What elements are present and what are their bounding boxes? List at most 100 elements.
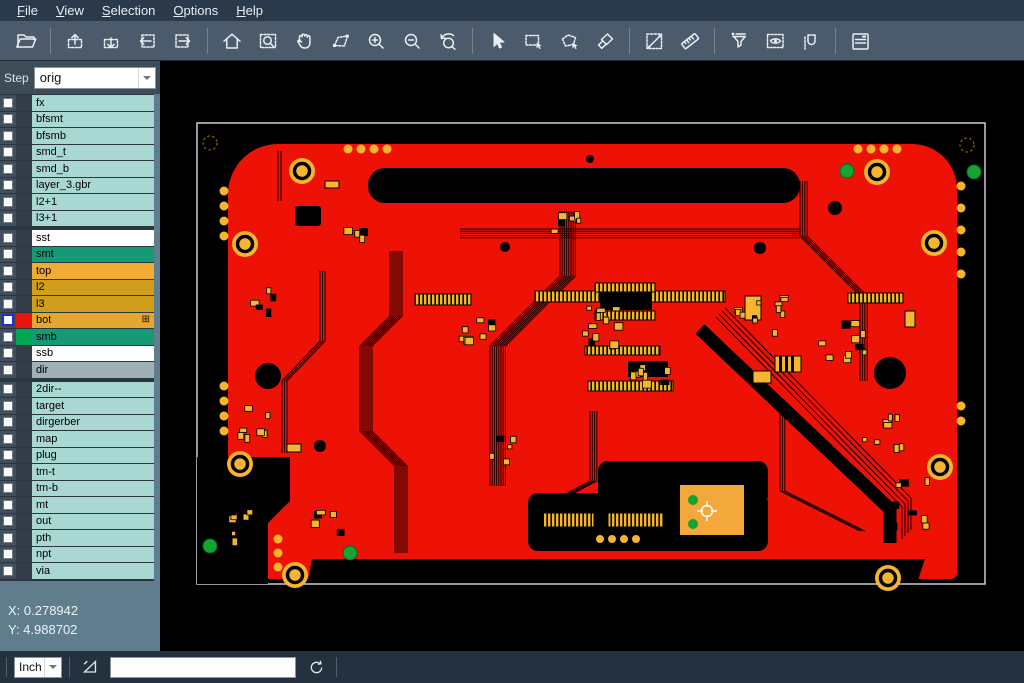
layer-checkbox[interactable] bbox=[3, 500, 13, 510]
layer-color-swatch[interactable] bbox=[16, 362, 32, 378]
layer-color-swatch[interactable] bbox=[16, 530, 32, 546]
layer-checkbox[interactable] bbox=[3, 549, 13, 559]
layer-label[interactable]: ssb bbox=[32, 346, 154, 362]
layer-row-npt[interactable]: npt bbox=[0, 547, 154, 563]
layer-color-swatch[interactable] bbox=[16, 382, 32, 398]
layer-label[interactable]: l3+1 bbox=[32, 211, 154, 227]
layer-row-smt[interactable]: smt bbox=[0, 247, 154, 263]
toolbar-zoom-previous-button[interactable] bbox=[430, 25, 466, 57]
toolbar-select-polygon-button[interactable] bbox=[551, 25, 587, 57]
layer-label[interactable]: out bbox=[32, 514, 154, 530]
layer-label[interactable]: mt bbox=[32, 497, 154, 513]
layer-label[interactable]: via bbox=[32, 563, 154, 579]
layer-row-dir[interactable]: dir bbox=[0, 362, 154, 378]
layer-checkbox[interactable] bbox=[3, 197, 13, 207]
layer-checkbox[interactable] bbox=[3, 533, 13, 543]
layer-checkbox[interactable] bbox=[3, 233, 13, 243]
layer-row-l3[interactable]: l3 bbox=[0, 296, 154, 312]
layer-label[interactable]: pth bbox=[32, 530, 154, 546]
layer-row-ssb[interactable]: ssb bbox=[0, 346, 154, 362]
layer-checkbox[interactable] bbox=[3, 282, 13, 292]
layer-row-map[interactable]: map bbox=[0, 431, 154, 447]
layer-label[interactable]: target bbox=[32, 398, 154, 414]
toolbar-zoom-out-button[interactable] bbox=[394, 25, 430, 57]
layer-checkbox[interactable] bbox=[3, 450, 13, 460]
layer-checkbox[interactable] bbox=[3, 98, 13, 108]
layer-label[interactable]: sst bbox=[32, 230, 154, 246]
layer-checkbox[interactable] bbox=[3, 266, 13, 276]
toolbar-view-options-button[interactable] bbox=[757, 25, 793, 57]
toolbar-clear-button[interactable] bbox=[587, 25, 623, 57]
layer-checkbox[interactable] bbox=[3, 401, 13, 411]
layer-row-bfsmb[interactable]: bfsmb bbox=[0, 128, 154, 144]
layer-checkbox[interactable] bbox=[3, 299, 13, 309]
toolbar-page-left-button[interactable] bbox=[129, 25, 165, 57]
layer-checkbox[interactable] bbox=[3, 131, 13, 141]
layer-row-dirgerber[interactable]: dirgerber bbox=[0, 415, 154, 431]
layer-checkbox[interactable] bbox=[3, 365, 13, 375]
layer-label[interactable]: dir bbox=[32, 362, 154, 378]
unit-dropdown[interactable]: Inch bbox=[14, 657, 62, 678]
layer-row-smb[interactable]: smb bbox=[0, 329, 154, 345]
layer-label[interactable]: npt bbox=[32, 547, 154, 563]
layer-row-l3-1[interactable]: l3+1 bbox=[0, 211, 154, 227]
layer-row-layer-3-gbr[interactable]: layer_3.gbr bbox=[0, 178, 154, 194]
menu-options[interactable]: Options bbox=[164, 1, 227, 20]
layer-label[interactable]: 2dir-- bbox=[32, 382, 154, 398]
layer-color-swatch[interactable] bbox=[16, 178, 32, 194]
layer-label[interactable]: plug bbox=[32, 448, 154, 464]
layer-color-swatch[interactable] bbox=[16, 514, 32, 530]
toolbar-select-rect-button[interactable] bbox=[515, 25, 551, 57]
toolbar-zoom-polygon-button[interactable] bbox=[322, 25, 358, 57]
layer-row-plug[interactable]: plug bbox=[0, 448, 154, 464]
layer-color-swatch[interactable] bbox=[16, 481, 32, 497]
layer-label[interactable]: bot⊞ bbox=[32, 313, 154, 329]
layer-checkbox[interactable] bbox=[3, 164, 13, 174]
layer-label[interactable]: bfsmt bbox=[32, 112, 154, 128]
layer-label[interactable]: l3 bbox=[32, 296, 154, 312]
layer-checkbox[interactable] bbox=[3, 180, 13, 190]
layer-checkbox[interactable] bbox=[3, 483, 13, 493]
toolbar-home-button[interactable] bbox=[214, 25, 250, 57]
layer-row-tm-t[interactable]: tm-t bbox=[0, 464, 154, 480]
layer-checkbox[interactable] bbox=[3, 332, 13, 342]
menu-view[interactable]: View bbox=[47, 1, 93, 20]
layer-row-fx[interactable]: fx bbox=[0, 95, 154, 111]
layer-label[interactable]: layer_3.gbr bbox=[32, 178, 154, 194]
grid-icon[interactable]: ⊞ bbox=[142, 315, 150, 325]
toolbar-page-down-button[interactable] bbox=[93, 25, 129, 57]
layer-label[interactable]: fx bbox=[32, 95, 154, 111]
toolbar-ruler-button[interactable] bbox=[672, 25, 708, 57]
layer-checkbox[interactable] bbox=[3, 434, 13, 444]
layer-row-bfsmt[interactable]: bfsmt bbox=[0, 112, 154, 128]
layer-color-swatch[interactable] bbox=[16, 161, 32, 177]
layer-label[interactable]: bfsmb bbox=[32, 128, 154, 144]
layer-color-swatch[interactable] bbox=[16, 194, 32, 210]
layer-row-sst[interactable]: sst bbox=[0, 230, 154, 246]
toolbar-layers-panel-button[interactable] bbox=[842, 25, 878, 57]
layer-checkbox[interactable] bbox=[3, 213, 13, 223]
toolbar-open-button[interactable] bbox=[8, 25, 44, 57]
layer-checkbox[interactable] bbox=[3, 467, 13, 477]
layer-checkbox[interactable] bbox=[3, 249, 13, 259]
layer-color-swatch[interactable] bbox=[16, 415, 32, 431]
layer-color-swatch[interactable] bbox=[16, 211, 32, 227]
layer-color-swatch[interactable] bbox=[16, 464, 32, 480]
layer-label[interactable]: tm-t bbox=[32, 464, 154, 480]
refresh-button[interactable] bbox=[303, 654, 329, 680]
command-input[interactable] bbox=[110, 657, 296, 678]
layer-label[interactable]: smd_t bbox=[32, 145, 154, 161]
step-dropdown[interactable]: orig bbox=[34, 67, 156, 89]
layer-row-smd-t[interactable]: smd_t bbox=[0, 145, 154, 161]
layer-label[interactable]: tm-b bbox=[32, 481, 154, 497]
layer-checkbox[interactable] bbox=[3, 516, 13, 526]
layer-row-l2[interactable]: l2 bbox=[0, 280, 154, 296]
layer-row-smd-b[interactable]: smd_b bbox=[0, 161, 154, 177]
layer-label[interactable]: top bbox=[32, 263, 154, 279]
layer-color-swatch[interactable] bbox=[16, 329, 32, 345]
layer-color-swatch[interactable] bbox=[16, 263, 32, 279]
layer-label[interactable]: l2 bbox=[32, 280, 154, 296]
toolbar-zoom-in-button[interactable] bbox=[358, 25, 394, 57]
toolbar-page-up-button[interactable] bbox=[57, 25, 93, 57]
layer-checkbox[interactable] bbox=[3, 147, 13, 157]
